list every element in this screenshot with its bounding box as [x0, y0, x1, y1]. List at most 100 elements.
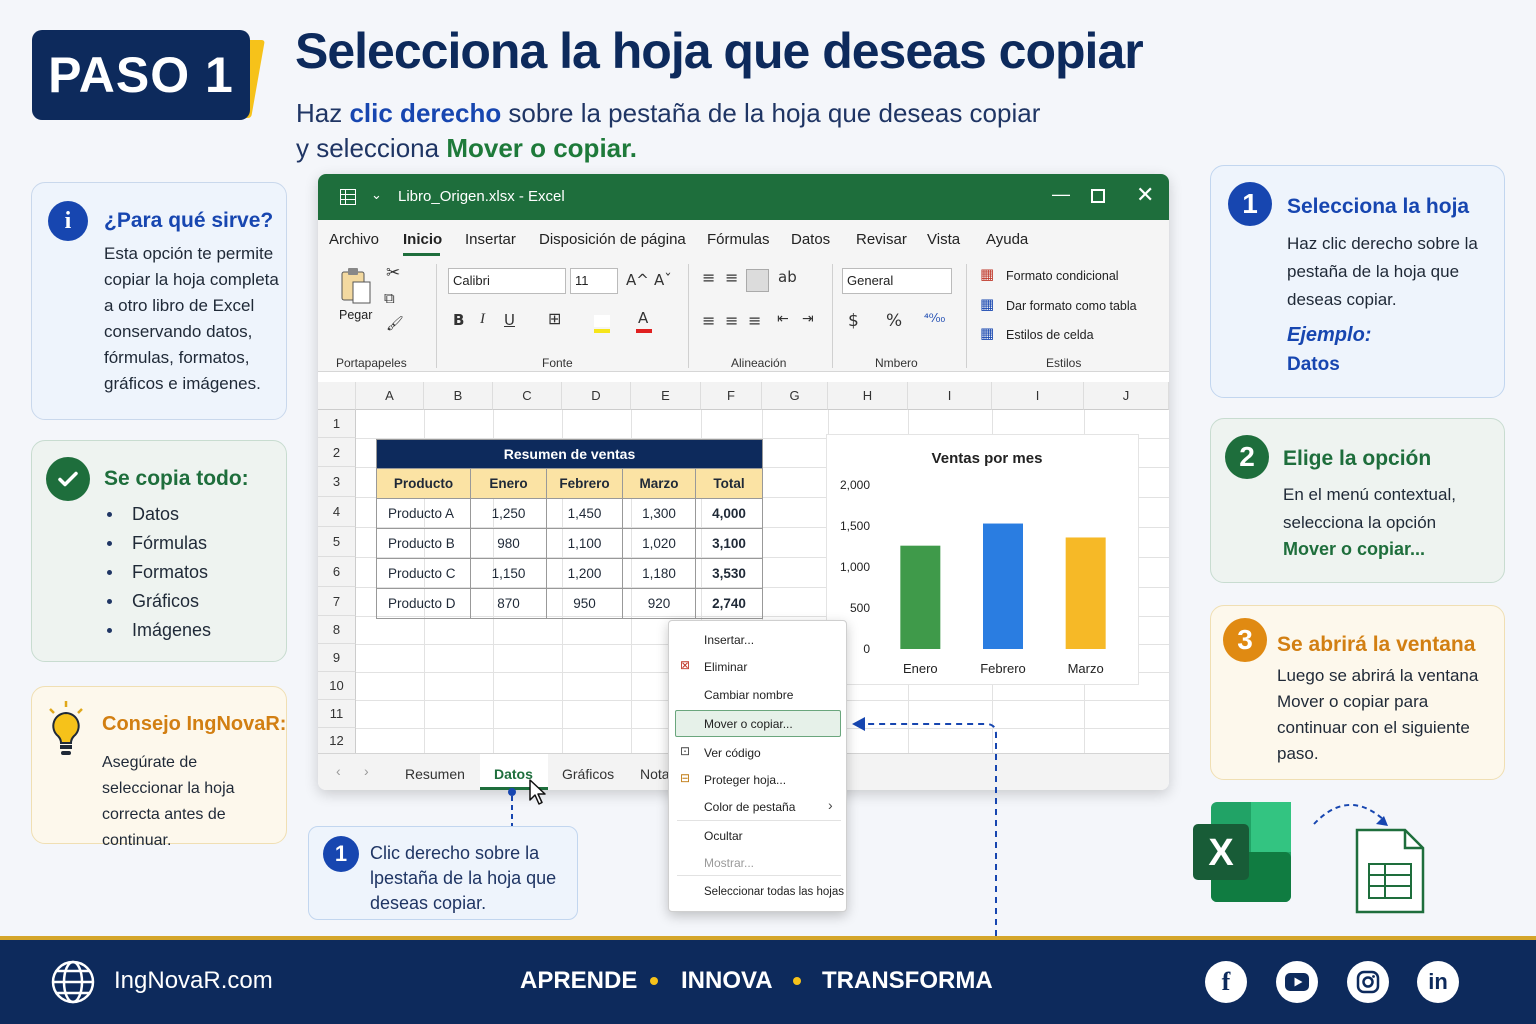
cell-styles-button[interactable]: Estilos de celda: [1006, 328, 1094, 342]
menu-item-ocultar[interactable]: Ocultar: [704, 829, 743, 843]
sales-chart[interactable]: Ventas por mes 0 500 1,000 1,500 2,000 Enero F…: [826, 434, 1139, 685]
row-header[interactable]: 6: [318, 557, 356, 587]
step-title: Se abrirá la ventana: [1277, 633, 1476, 656]
tab-scroll-left-icon[interactable]: ‹: [336, 763, 341, 779]
column-header[interactable]: J: [1084, 382, 1169, 410]
sheet-tab-resumen[interactable]: Resumen: [405, 766, 465, 782]
font-size-select[interactable]: 11: [570, 268, 618, 294]
row-header[interactable]: 4: [318, 497, 356, 527]
menu-item-proteger[interactable]: Proteger hoja...: [704, 773, 786, 787]
paste-icon[interactable]: [339, 266, 373, 306]
align-left-icon[interactable]: ≡: [702, 311, 715, 330]
linkedin-icon[interactable]: in: [1417, 961, 1459, 1003]
maximize-icon[interactable]: [1091, 189, 1105, 203]
number-format-select[interactable]: General: [842, 268, 952, 294]
tab-datos[interactable]: Datos: [791, 231, 830, 248]
tab-formulas[interactable]: Fórmulas: [707, 231, 770, 248]
info-card: i ¿Para qué sirve? Esta opción te permit…: [31, 182, 287, 420]
chevron-down-icon[interactable]: ⌄: [371, 187, 382, 203]
font-shrink-icon[interactable]: Aˇ: [654, 271, 672, 289]
tab-vista[interactable]: Vista: [927, 231, 960, 248]
align-top-icon[interactable]: ≡: [702, 268, 715, 287]
orientation-icon[interactable]: ab: [778, 268, 797, 286]
align-center-icon[interactable]: ≡: [725, 311, 738, 330]
row-header[interactable]: 7: [318, 587, 356, 616]
group-label-font: Fonte: [542, 356, 573, 370]
tab-ayuda[interactable]: Ayuda: [986, 231, 1028, 248]
indent-decrease-icon[interactable]: ⇤: [777, 311, 789, 327]
column-header[interactable]: H: [828, 382, 908, 410]
copy-all-card: Se copia todo: Datos Fórmulas Formatos G…: [31, 440, 287, 662]
currency-icon[interactable]: $: [848, 311, 859, 331]
column-header[interactable]: D: [562, 382, 631, 410]
font-grow-icon[interactable]: A^: [626, 271, 649, 289]
align-right-icon[interactable]: ≡: [748, 311, 761, 330]
ribbon: Pegar ✂ ⧉ 🖌 Calibri 11 A^ Aˇ B I U ⊞ A ≡…: [318, 256, 1169, 372]
row-header[interactable]: 3: [318, 467, 356, 497]
connector-callout: [508, 788, 516, 828]
row-header[interactable]: 12: [318, 728, 356, 754]
minimize-icon[interactable]: —: [1052, 184, 1070, 205]
instagram-icon[interactable]: [1347, 961, 1389, 1003]
row-header[interactable]: 9: [318, 644, 356, 672]
menu-item-color-pestana[interactable]: Color de pestaña: [704, 800, 795, 814]
column-header[interactable]: E: [631, 382, 701, 410]
tab-archivo[interactable]: Archivo: [329, 231, 379, 248]
menu-item-ver-codigo[interactable]: Ver código: [704, 746, 761, 760]
row-header[interactable]: 11: [318, 700, 356, 728]
youtube-icon[interactable]: [1276, 961, 1318, 1003]
format-table-icon[interactable]: ▦: [980, 295, 994, 313]
menu-item-eliminar[interactable]: Eliminar: [704, 660, 747, 674]
sheet-grid-icon[interactable]: [340, 189, 356, 205]
borders-icon[interactable]: ⊞: [548, 309, 561, 328]
menu-item-seleccionar-todas[interactable]: Seleccionar todas las hojas: [704, 886, 844, 898]
menu-item-cambiar-nombre[interactable]: Cambiar nombre: [704, 688, 793, 702]
row-header[interactable]: 10: [318, 672, 356, 700]
footer-site[interactable]: IngNovaR.com: [114, 967, 273, 995]
italic-icon[interactable]: I: [480, 311, 485, 328]
font-color-icon[interactable]: A: [638, 309, 648, 327]
bold-icon[interactable]: B: [453, 311, 464, 329]
conditional-format-button[interactable]: Formato condicional: [1006, 269, 1119, 283]
row-header[interactable]: 8: [318, 616, 356, 644]
facebook-icon[interactable]: f: [1205, 961, 1247, 1003]
sheet-tab-graficos[interactable]: Gráficos: [562, 766, 614, 782]
tab-inicio[interactable]: Inicio: [403, 231, 442, 248]
column-header[interactable]: A: [356, 382, 424, 410]
column-header[interactable]: I: [992, 382, 1084, 410]
conditional-format-icon[interactable]: ▦: [980, 265, 994, 283]
sheet-tab-nota[interactable]: Nota: [640, 766, 670, 782]
column-header[interactable]: I: [908, 382, 992, 410]
fill-color-icon[interactable]: [594, 315, 610, 327]
align-middle-icon[interactable]: ≡: [725, 268, 738, 287]
tab-scroll-right-icon[interactable]: ›: [364, 763, 369, 779]
decimal-icon[interactable]: ⁴⁰⁄₀₀: [924, 311, 945, 325]
page-subtitle: Haz clic derecho sobre la pestaña de la …: [296, 96, 1040, 166]
underline-icon[interactable]: U: [504, 311, 515, 329]
format-table-button[interactable]: Dar formato como tabla: [1006, 299, 1137, 313]
format-painter-icon[interactable]: 🖌: [386, 316, 404, 332]
indent-increase-icon[interactable]: ⇥: [802, 311, 814, 327]
callout-number: 1: [323, 836, 359, 872]
tab-insertar[interactable]: Insertar: [465, 231, 516, 248]
tab-disposicion[interactable]: Disposición de página: [539, 231, 686, 248]
menu-item-insertar[interactable]: Insertar...: [704, 633, 754, 647]
column-header[interactable]: G: [762, 382, 828, 410]
align-bottom-icon[interactable]: [746, 269, 769, 292]
row-header[interactable]: 2: [318, 438, 356, 467]
column-header[interactable]: F: [701, 382, 762, 410]
table-cell: 1,450: [546, 498, 623, 529]
font-name-select[interactable]: Calibri: [448, 268, 566, 294]
copy-icon[interactable]: ⧉: [384, 289, 395, 307]
cell-styles-icon[interactable]: ▦: [980, 324, 994, 342]
row-header[interactable]: 5: [318, 527, 356, 557]
row-header[interactable]: 1: [318, 410, 356, 438]
column-header[interactable]: C: [493, 382, 562, 410]
cut-icon[interactable]: ✂: [386, 263, 400, 283]
close-icon[interactable]: ✕: [1136, 184, 1154, 206]
tab-revisar[interactable]: Revisar: [856, 231, 907, 248]
select-all-corner[interactable]: [318, 382, 356, 410]
percent-icon[interactable]: %: [886, 311, 902, 331]
menu-item-mover-copiar[interactable]: Mover o copiar...: [704, 717, 793, 731]
column-header[interactable]: B: [424, 382, 493, 410]
